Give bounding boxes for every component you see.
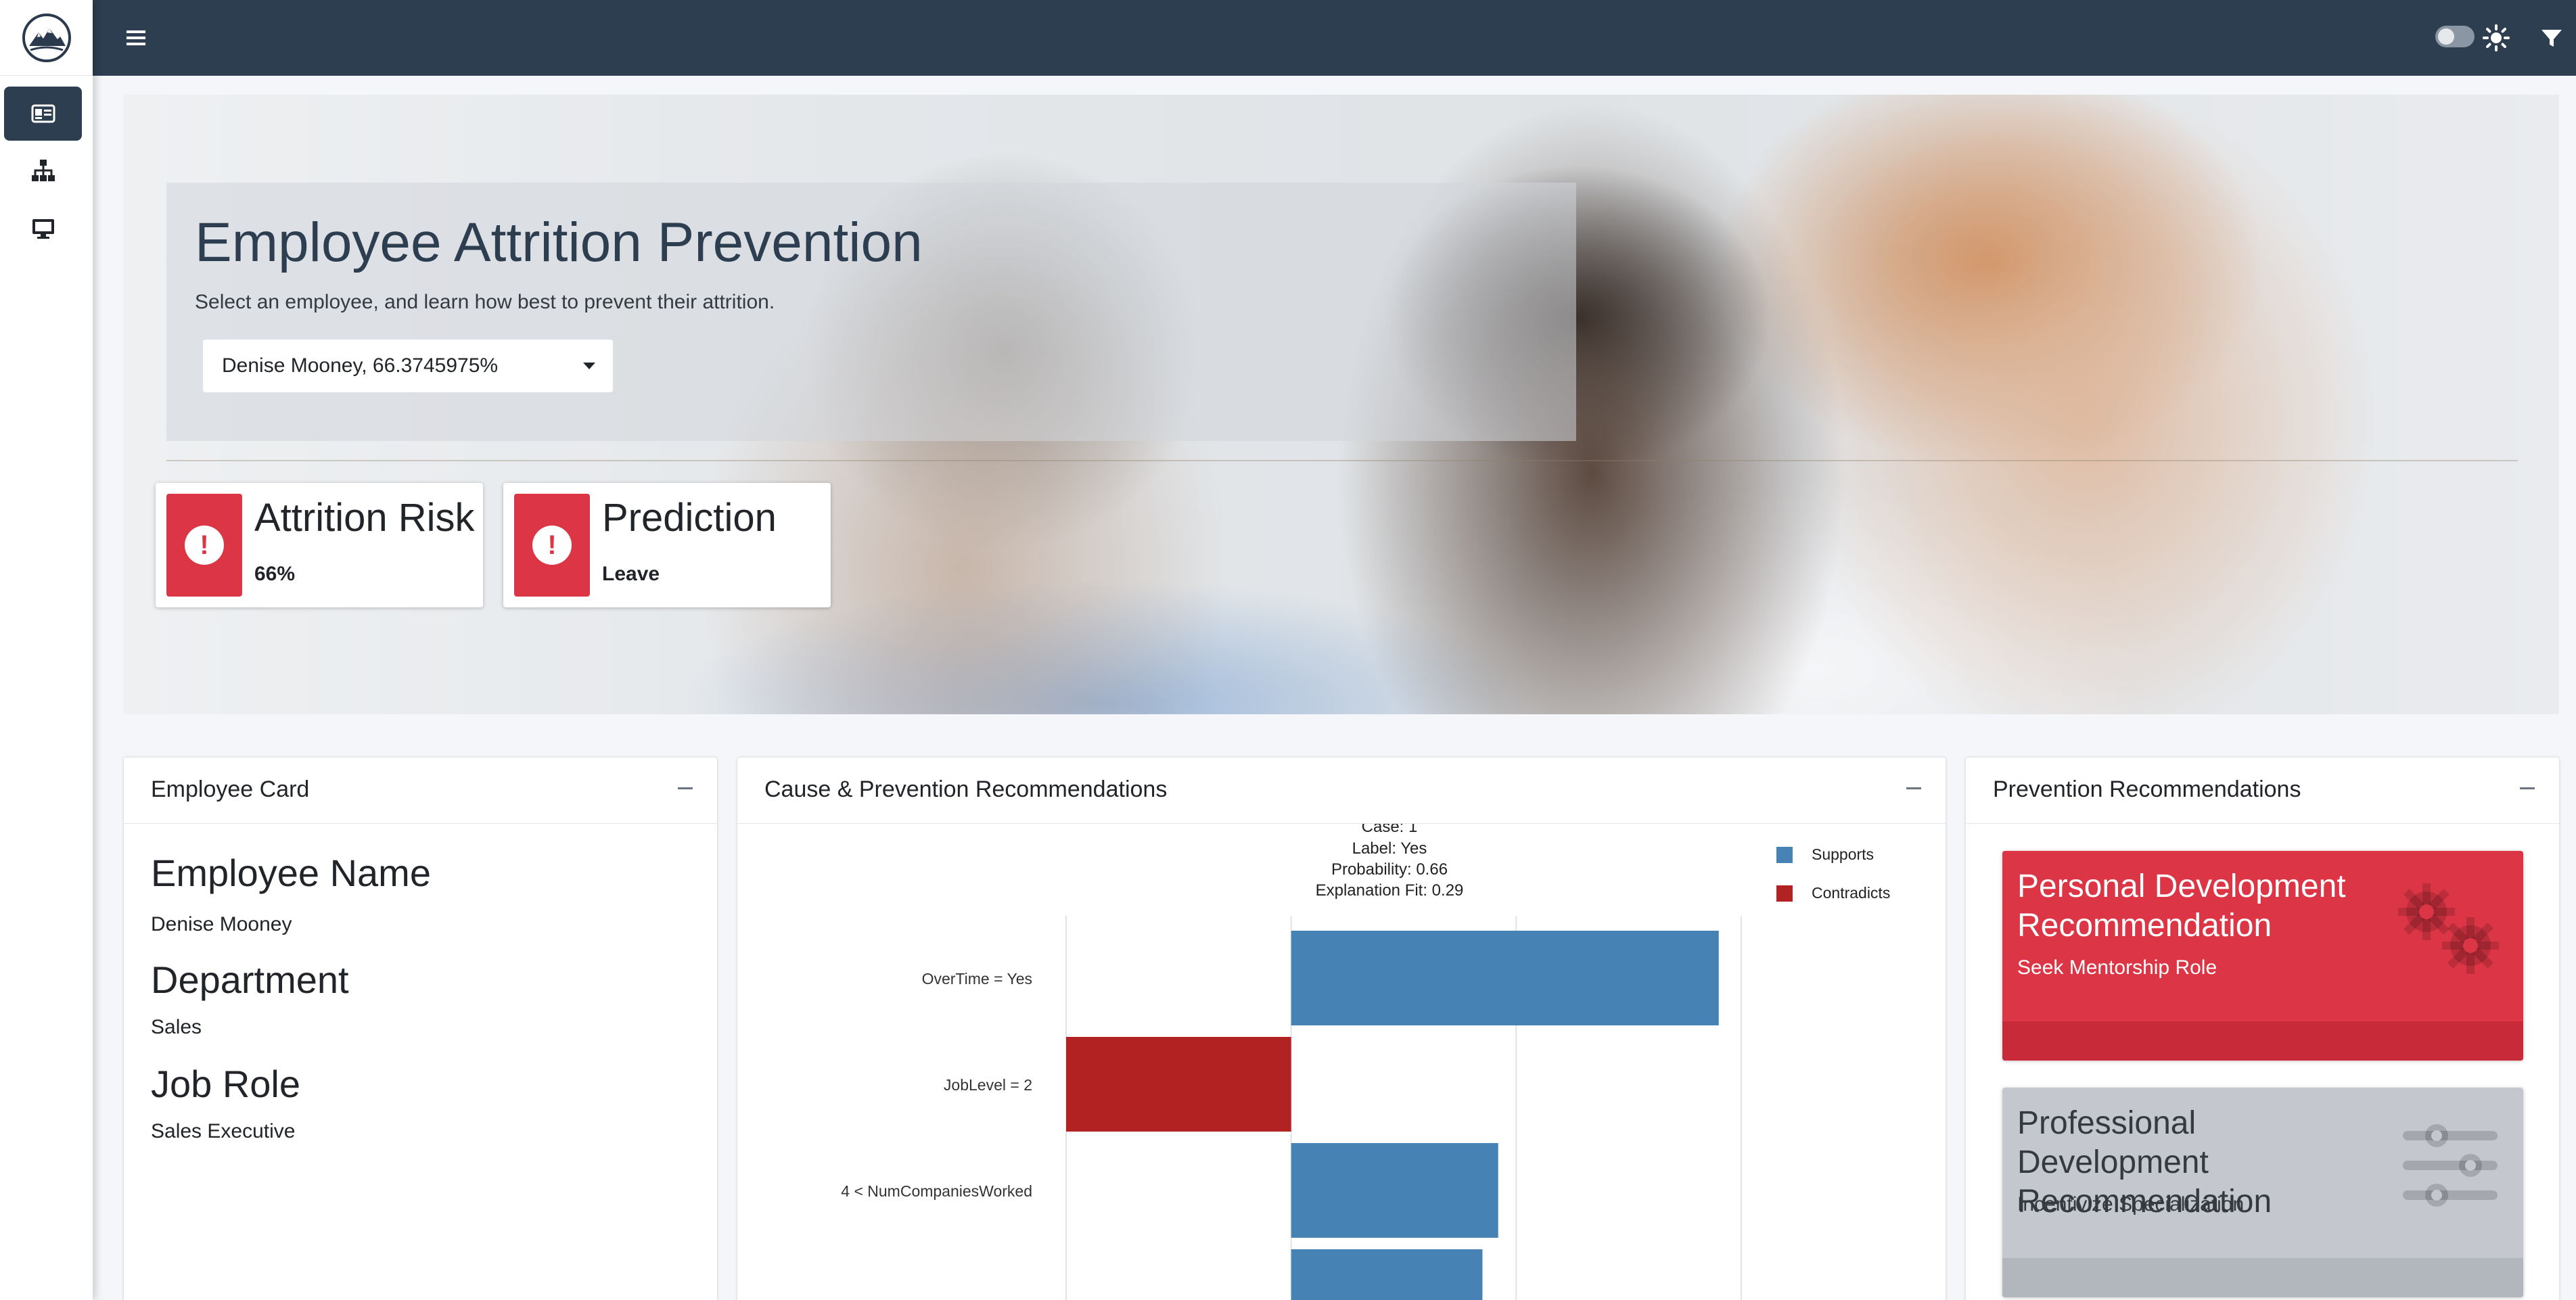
nav-item-employee[interactable] [4,87,82,141]
chart-header-line: Case: 1 [1362,824,1418,836]
explanation-chart: OverTime = Yes JobLevel = 2 4 < NumCompani… [841,824,1890,1300]
hero-panel: Employee Attrition Prevention Select an … [166,183,1576,441]
sidebar [0,0,93,1300]
collapse-icon[interactable] [1906,787,1921,789]
legend-swatch [1776,885,1793,902]
chart-tick-label: OverTime = Yes [922,970,1032,988]
legend-swatch [1776,847,1793,863]
page-title: Employee Attrition Prevention [195,212,923,273]
department-label: Department [151,958,349,1001]
info-box-value: Leave [602,563,660,585]
chart-header-line: Label: Yes [1352,839,1427,858]
recommendation-footer[interactable] [2002,1258,2523,1297]
job-role-value: Sales Executive [151,1120,296,1142]
nav-item-dashboard[interactable] [4,202,82,256]
attrition-risk-box: ! Attrition Risk 66% [156,483,483,607]
exclamation-circle-icon: ! [166,494,242,597]
chart-bar [1066,1037,1291,1132]
employee-name-label: Employee Name [151,852,431,894]
employee-name-value: Denise Mooney [151,913,292,935]
card-title: Prevention Recommendations [1993,776,2301,802]
sliders-icon [2403,1124,2498,1207]
card-title: Employee Card [151,776,310,802]
recommendation-footer[interactable] [2002,1021,2523,1061]
gears-icon [2398,883,2499,974]
collapse-icon[interactable] [2520,787,2535,789]
mountain-logo-icon [22,13,71,62]
hamburger-icon[interactable] [122,24,150,51]
card-header: Employee Card [124,758,717,824]
hero-divider [166,460,2518,461]
exclamation-circle-icon: ! [514,494,590,597]
prediction-box: ! Prediction Leave [503,483,831,607]
prevention-card: Prevention Recommendations Personal Deve… [1966,758,2559,1300]
filter-icon[interactable] [2538,24,2565,51]
toggle-knob [2438,28,2454,45]
id-card-icon [31,104,55,123]
recommendation-title: Personal Development Recommendation [2017,868,2346,944]
brand-link[interactable] [0,0,93,76]
info-box-label: Prediction [602,496,777,540]
nav-item-organization[interactable] [4,143,82,198]
professional-development-box: Professional Development Recommendation … [2002,1088,2523,1297]
card-header: Cause & Prevention Recommendations [737,758,1946,824]
info-box-label: Attrition Risk [254,496,475,540]
chart-bar [1291,1249,1483,1300]
cause-card: Cause & Prevention Recommendations OverT… [737,758,1946,1300]
personal-development-box: Personal Development Recommendation Seek… [2002,851,2523,1061]
chart-bar [1291,1143,1498,1238]
sun-icon[interactable] [2481,23,2511,53]
chart-header-line: Explanation Fit: 0.29 [1316,881,1464,900]
desktop-icon [32,219,54,239]
top-navbar [93,0,2576,76]
chart-bar [1291,931,1719,1025]
legend-label: Contradicts [1812,884,1890,902]
chart-tick-label: JobLevel = 2 [944,1076,1032,1094]
sitemap-icon [31,160,55,181]
employee-select[interactable]: Denise Mooney, 66.3745975% [203,340,613,392]
collapse-icon[interactable] [678,787,693,789]
department-value: Sales [151,1016,202,1038]
page-subtitle: Select an employee, and learn how best t… [195,291,775,313]
hero-banner: Employee Attrition Prevention Select an … [124,95,2559,714]
card-title: Cause & Prevention Recommendations [764,776,1168,802]
employee-select-value: Denise Mooney, 66.3745975% [222,354,499,377]
chart-tick-label: 4 < NumCompaniesWorked [841,1182,1032,1200]
theme-toggle[interactable] [2435,26,2475,47]
recommendation-value: Incentivize Specialization [2017,1193,2245,1215]
recommendation-value: Seek Mentorship Role [2017,956,2217,979]
job-role-label: Job Role [151,1063,301,1105]
chart-header-line: Probability: 0.66 [1331,860,1448,879]
card-header: Prevention Recommendations [1966,758,2559,824]
legend-label: Supports [1812,845,1874,863]
info-box-value: 66% [254,563,296,585]
employee-card: Employee Card Employee Name Denise Moone… [124,758,717,1300]
chevron-down-icon [583,363,595,369]
